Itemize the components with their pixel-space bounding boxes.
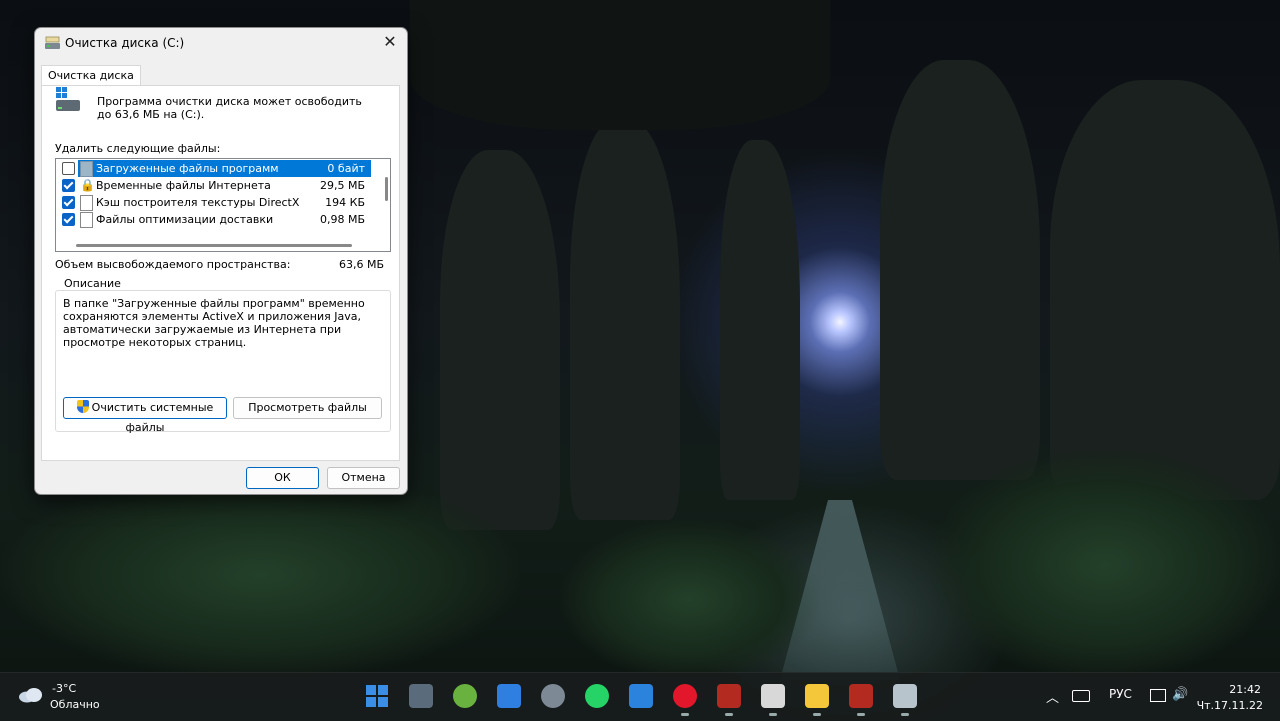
file-checkbox[interactable] [62,196,75,209]
file-size: 29,5 МБ [319,179,365,192]
wallpaper-rock [1050,80,1280,500]
clean-system-files-button[interactable]: Очистить системные файлы [63,397,227,434]
wallpaper-rock [570,120,680,520]
wallpaper-foliage [0,470,520,680]
wallpaper-foliage [560,520,820,680]
running-indicator [857,713,865,716]
taskbar-app-button[interactable] [890,681,920,716]
clock-date[interactable]: Чт.17.11.22 [1197,699,1263,712]
file-icon [80,195,93,211]
taskbar-app-button[interactable] [758,681,788,716]
files-listbox[interactable]: Загруженные файлы программ 0 байт 🔒 Врем… [55,158,391,252]
acrobat-reader-icon [849,684,873,708]
close-button[interactable]: ✕ [381,33,399,51]
drive-icon [56,87,80,111]
remote-desktop-icon [409,684,433,708]
acrobat-reader-icon [717,684,741,708]
disk-cleanup-icon [45,36,60,49]
settings-gear-icon [541,684,565,708]
space-label: Объем высвобождаемого пространства: [55,258,291,271]
wallpaper-rock [410,0,830,130]
file-checkbox[interactable] [62,162,75,175]
wallpaper-rock [880,60,1040,480]
ok-button[interactable]: ОК [246,467,319,489]
taskbar-app-button[interactable] [670,681,700,716]
disk-cleanup-dialog: Очистка диска (C:) ✕ Очистка диска Прогр… [34,27,408,495]
file-size: 0 байт [327,162,365,175]
mail-icon [629,684,653,708]
language-indicator[interactable]: РУС [1109,687,1132,701]
file-name: Временные файлы Интернета [96,179,271,192]
file-size: 0,98 МБ [319,213,365,226]
running-indicator [725,713,733,716]
disk-cleanup-icon [893,684,917,708]
file-row[interactable]: 🔒 Временные файлы Интернета 29,5 МБ [56,177,371,194]
running-indicator [769,713,777,716]
wallpaper-foliage [930,450,1280,680]
tab-disk-cleanup[interactable]: Очистка диска [41,65,141,86]
space-value: 63,6 МБ [339,258,385,271]
file-explorer-icon [805,684,829,708]
window-title: Очистка диска (C:) [65,36,185,50]
volume-icon[interactable]: 🔊 [1172,687,1188,702]
writing-app-icon [761,684,785,708]
taskbar-app-button[interactable] [626,681,656,711]
file-row[interactable]: Кэш построителя текстуры DirectX 194 КБ [56,194,371,211]
folder-icon [80,161,93,177]
title-bar[interactable]: Очистка диска (C:) ✕ [35,28,407,57]
utorrent-icon [453,684,477,708]
files-list-label: Удалить следующие файлы: [55,142,221,155]
lock-icon: 🔒 [80,178,95,192]
running-indicator [901,713,909,716]
description-title: Описание [61,277,124,290]
file-row[interactable]: Загруженные файлы программ 0 байт [56,160,371,177]
weather-description: Облачно [50,698,100,711]
windows-start-icon [365,684,389,708]
taskbar-app-button[interactable] [714,681,744,716]
intro-text: Программа очистки диска может освободить… [97,95,362,121]
file-name: Загруженные файлы программ [96,162,279,175]
clock-time[interactable]: 21:42 [1229,683,1261,696]
file-name: Кэш построителя текстуры DirectX [96,196,300,209]
taskbar-app-button[interactable] [538,681,568,711]
keyboard-icon[interactable] [1072,690,1090,702]
file-checkbox[interactable] [62,213,75,226]
uac-shield-icon [76,400,89,413]
running-indicator [681,713,689,716]
running-indicator [813,713,821,716]
network-icon[interactable] [1150,689,1166,702]
wallpaper-rock [720,140,800,500]
horizontal-scrollbar[interactable] [76,244,352,247]
taskbar-app-button[interactable] [846,681,876,716]
taskbar-app-button[interactable] [582,681,612,711]
taskbar-app-button[interactable] [450,681,480,711]
taskbar-app-button[interactable] [406,681,436,711]
whatsapp-icon [585,684,609,708]
file-row[interactable]: Файлы оптимизации доставки 0,98 МБ [56,211,371,228]
file-icon [80,212,93,228]
file-size: 194 КБ [325,196,365,209]
file-name: Файлы оптимизации доставки [96,213,274,226]
weather-temperature: -3°C [52,682,77,695]
taskbar: -3°C Облачно ︿ РУС 🔊 21:42 Чт.17.11.22 [0,672,1280,721]
taskbar-app-button[interactable] [494,681,524,711]
file-checkbox[interactable] [62,179,75,192]
microsoft-store-icon [497,684,521,708]
taskbar-app-button[interactable] [362,681,392,711]
cloud-icon [19,688,42,703]
view-files-button[interactable]: Просмотреть файлы [233,397,382,419]
show-hidden-icons-chevron-icon[interactable]: ︿ [1046,687,1059,706]
cancel-button[interactable]: Отмена [327,467,400,489]
description-text: В папке "Загруженные файлы программ" вре… [63,297,365,349]
opera-icon [673,684,697,708]
taskbar-app-button[interactable] [802,681,832,716]
close-icon: ✕ [383,32,397,51]
vertical-scrollbar[interactable] [385,177,388,201]
